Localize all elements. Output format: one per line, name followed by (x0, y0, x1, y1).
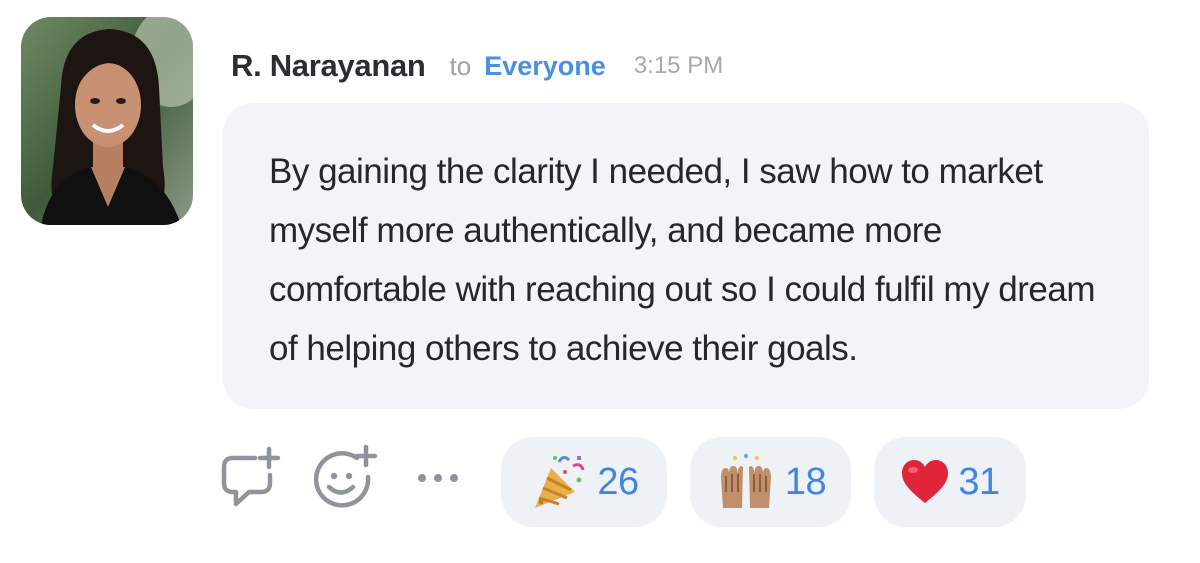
raising-hands-icon (715, 452, 777, 512)
message-header: R. Narayanan to Everyone 3:15 PM (231, 44, 723, 88)
message-text: By gaining the clarity I needed, I saw h… (269, 152, 1096, 368)
timestamp: 3:15 PM (633, 52, 724, 79)
reaction-raising-hands[interactable]: 18 (690, 437, 851, 527)
reaction-count: 18 (784, 460, 827, 503)
recipient-link[interactable]: Everyone (484, 51, 606, 82)
message-actions: 26 18 31 (0, 437, 1200, 527)
reaction-count: 31 (958, 460, 1000, 503)
reaction-party-popper[interactable]: 26 (501, 437, 667, 527)
red-heart-icon (900, 459, 950, 505)
add-comment-icon[interactable] (219, 445, 283, 509)
reaction-count: 26 (597, 460, 639, 503)
message-bubble: By gaining the clarity I needed, I saw h… (223, 103, 1149, 409)
more-options-icon[interactable] (416, 470, 464, 486)
to-label: to (449, 50, 472, 81)
reaction-red-heart[interactable]: 31 (874, 437, 1026, 527)
sender-name[interactable]: R. Narayanan (231, 48, 426, 84)
party-popper-icon (529, 452, 589, 512)
avatar[interactable] (21, 17, 193, 225)
add-reaction-icon[interactable] (313, 443, 379, 509)
avatar-photo (21, 17, 193, 225)
